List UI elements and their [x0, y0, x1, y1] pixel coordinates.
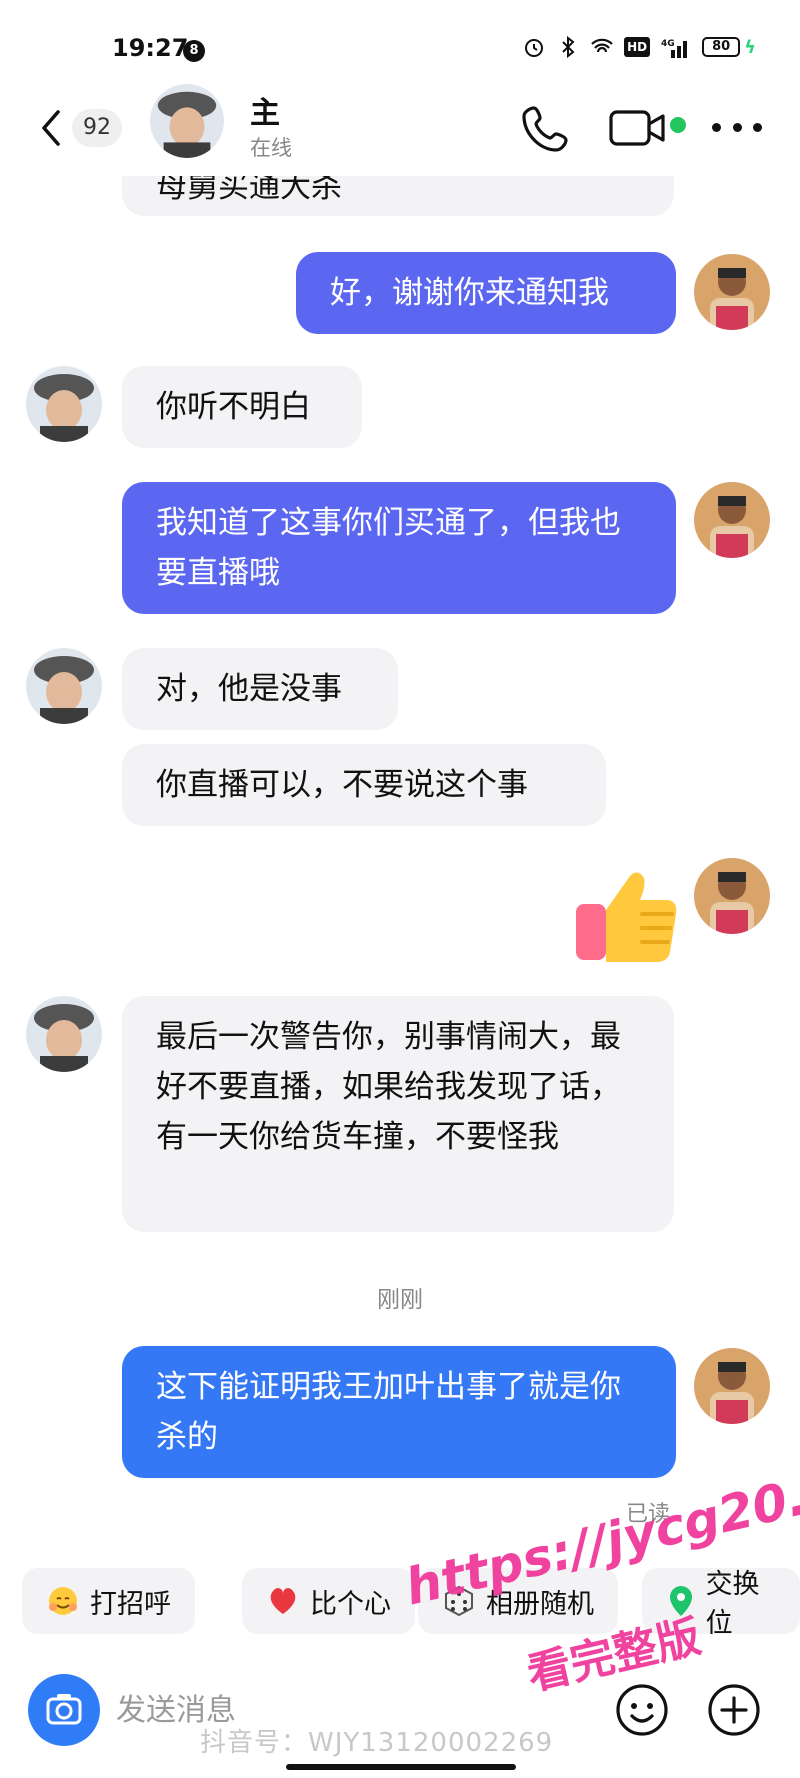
my-avatar[interactable]: [694, 482, 770, 558]
quick-reply-chip[interactable]: 打招呼: [22, 1568, 195, 1634]
heart-icon: [266, 1584, 300, 1618]
my-avatar[interactable]: [694, 858, 770, 934]
charging-icon: ϟ: [744, 36, 756, 58]
message-bubble-incoming[interactable]: 你听不明白: [122, 366, 362, 448]
message-text: 最后一次警告你，别事情闹大，最好不要直播，如果给我发现了话，有一天你给货车撞，不…: [156, 1019, 621, 1155]
contact-avatar[interactable]: [26, 366, 102, 442]
alarm-icon: [522, 36, 546, 58]
battery-indicator: 80 ϟ: [702, 37, 756, 58]
status-icons: HD 4G 80 ϟ: [522, 36, 756, 58]
chip-label: 比个心: [310, 1588, 391, 1620]
contact-avatar[interactable]: [26, 648, 102, 724]
dot-icon: [712, 122, 721, 132]
online-status: 在线: [250, 136, 292, 160]
bluetooth-icon: [556, 36, 580, 58]
smile-hug-icon: [46, 1584, 80, 1618]
message-text: 这下能证明我王加叶出事了就是你杀的: [156, 1369, 621, 1455]
message-bubble-incoming[interactable]: 你直播可以，不要说这个事: [122, 744, 606, 826]
contact-name[interactable]: 主: [250, 88, 280, 132]
home-indicator[interactable]: [286, 1764, 516, 1770]
cellular-signal-icon: 4G: [660, 36, 692, 58]
back-button[interactable]: [36, 108, 66, 148]
message-bubble-outgoing[interactable]: 我知道了这事你们买通了，但我也要直播哦: [122, 482, 676, 614]
video-call-button[interactable]: [608, 106, 668, 150]
chip-label: 交换位: [705, 1569, 760, 1638]
contact-avatar[interactable]: [150, 84, 224, 158]
battery-level: 80: [702, 37, 741, 57]
message-text: 好，谢谢你来通知我: [330, 275, 609, 311]
thumbs-up-sticker-icon[interactable]: [572, 860, 682, 970]
online-indicator: [670, 117, 686, 133]
my-avatar[interactable]: [694, 254, 770, 330]
notification-badge: 8: [183, 40, 205, 62]
svg-text:4G: 4G: [661, 39, 675, 49]
hd-icon: HD: [624, 37, 651, 57]
chip-label: 打招呼: [90, 1588, 171, 1620]
message-text: 你直播可以，不要说这个事: [156, 767, 528, 803]
message-bubble-incoming[interactable]: 对，他是没事: [122, 648, 398, 730]
message-bubble-outgoing[interactable]: 好，谢谢你来通知我: [296, 252, 676, 334]
message-text: 对，他是没事: [156, 671, 342, 707]
add-attachment-button[interactable]: [702, 1678, 766, 1742]
message-text: 我知道了这事你们买通了，但我也要直播哦: [156, 505, 621, 591]
message-bubble-incoming[interactable]: 最后一次警告你，别事情闹大，最好不要直播，如果给我发现了话，有一天你给货车撞，不…: [122, 996, 674, 1232]
my-avatar[interactable]: [694, 1348, 770, 1424]
message-bubble-outgoing[interactable]: 这下能证明我王加叶出事了就是你杀的: [122, 1346, 676, 1478]
contact-avatar[interactable]: [26, 996, 102, 1072]
message-timestamp: 刚刚: [377, 1287, 423, 1313]
unread-count-badge[interactable]: 92: [72, 109, 122, 147]
more-options-button[interactable]: [712, 112, 762, 142]
quick-reply-chip[interactable]: 比个心: [242, 1568, 415, 1634]
douyin-id-watermark: 抖音号：WJY13120002269: [200, 1728, 554, 1758]
message-text: 你听不明白: [156, 389, 311, 425]
dot-icon: [732, 122, 742, 132]
status-time: 19:27: [112, 34, 189, 62]
camera-button[interactable]: [28, 1674, 100, 1746]
chat-header: 92 主 在线: [0, 72, 800, 176]
emoji-button[interactable]: [610, 1678, 674, 1742]
wifi-icon: [590, 36, 614, 58]
dot-icon: [753, 122, 762, 132]
status-bar: 19:27 8 HD 4G 80 ϟ: [0, 0, 800, 70]
voice-call-button[interactable]: [520, 102, 572, 154]
